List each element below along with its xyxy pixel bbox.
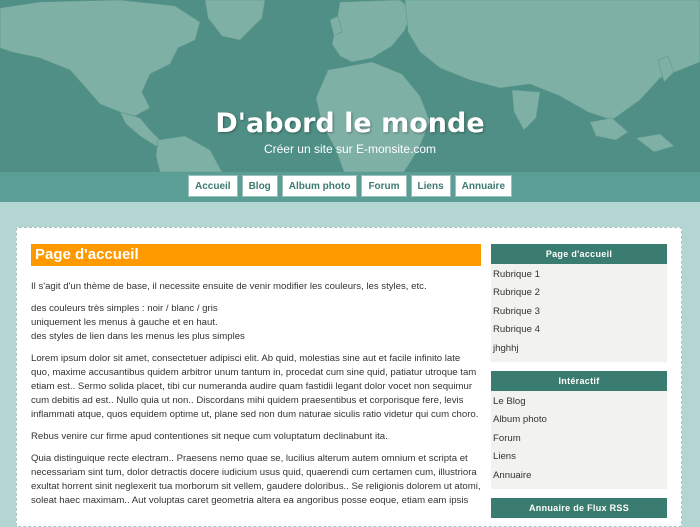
lorem-paragraph-3: Quia distinguique recte electram.. Praes…: [31, 453, 481, 506]
page-heading: Page d'accueil: [31, 244, 481, 266]
sidebar-item-le-blog[interactable]: Le Blog: [491, 393, 667, 411]
feature-line: uniquement les menus à gauche et en haut…: [31, 317, 218, 328]
nav-blog[interactable]: Blog: [241, 175, 278, 197]
header-banner: D'abord le monde Créer un site sur E-mon…: [0, 0, 700, 172]
content-panel: Page d'accueil Il s'agit d'un thème de b…: [16, 227, 682, 527]
intro-paragraph: Il s'agit d'un thème de base, il necessi…: [31, 281, 427, 292]
sidebar-item-album-photo[interactable]: Album photo: [491, 411, 667, 429]
sidebar-item-rubrique-4[interactable]: Rubrique 4: [491, 321, 667, 339]
site-subtitle: Créer un site sur E-monsite.com: [263, 142, 437, 156]
sidebar-box-title-interactif: Intéractif: [491, 370, 667, 391]
nav-liens[interactable]: Liens: [410, 175, 451, 197]
sidebar-item-forum[interactable]: Forum: [491, 430, 667, 448]
sidebar-item-rubrique-1[interactable]: Rubrique 1: [491, 266, 667, 284]
sidebar-box-accueil: Rubrique 1 Rubrique 2 Rubrique 3 Rubriqu…: [491, 264, 667, 362]
feature-line: des couleurs très simples : noir / blanc…: [31, 303, 218, 314]
sidebar-item-rubrique-3[interactable]: Rubrique 3: [491, 303, 667, 321]
lorem-paragraph-2: Rebus venire cur firme apud contentiones…: [31, 431, 388, 442]
sidebar-item-jhghhj[interactable]: jhghhj: [491, 340, 667, 358]
lorem-paragraph-1: Lorem ipsum dolor sit amet, consectetuer…: [31, 353, 479, 420]
sidebar-item-annuaire[interactable]: Annuaire: [491, 467, 667, 485]
feature-lines: des couleurs très simples : noir / blanc…: [31, 302, 481, 344]
sidebar-box-interactif: Le Blog Album photo Forum Liens Annuaire: [491, 390, 667, 489]
nav-forum[interactable]: Forum: [361, 175, 407, 197]
main-content: Page d'accueil Il s'agit d'un thème de b…: [31, 244, 481, 516]
feature-line: des styles de lien dans les menus les pl…: [31, 331, 245, 342]
site-title: D'abord le monde: [215, 108, 485, 139]
sidebar-item-liens[interactable]: Liens: [491, 448, 667, 466]
nav-accueil[interactable]: Accueil: [187, 175, 238, 197]
main-navigation: Accueil Blog Album photo Forum Liens Ann…: [0, 175, 700, 197]
nav-album-photo[interactable]: Album photo: [281, 175, 358, 197]
nav-annuaire[interactable]: Annuaire: [454, 175, 513, 197]
sidebar-item-rubrique-2[interactable]: Rubrique 2: [491, 284, 667, 302]
sidebar-box-title-accueil: Page d'accueil: [491, 244, 667, 264]
sidebar: Page d'accueil Rubrique 1 Rubrique 2 Rub…: [491, 244, 667, 518]
